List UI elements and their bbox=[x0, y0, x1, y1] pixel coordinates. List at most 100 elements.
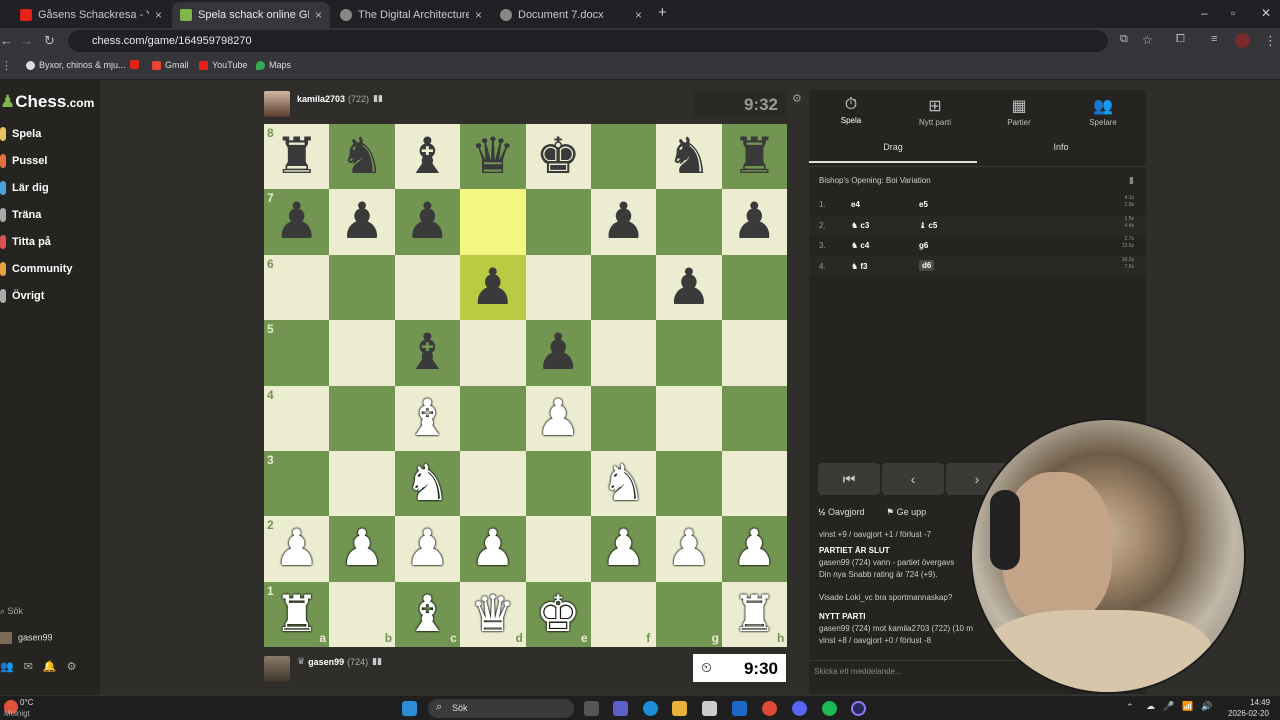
white-move[interactable]: ♞ c3 bbox=[851, 221, 869, 230]
square-c5[interactable]: ♝ bbox=[394, 320, 461, 386]
sidebar-item-spela[interactable]: Spela bbox=[0, 127, 41, 141]
chess-board[interactable]: ♜ ♞ ♝ ♛ ♚ ♞ ♜ ♟ ♟ ♟ ♟ ♟ ♟ ♟ ♝ ♟ ♝ ♟ ♞ ♞ ♟ ♟ ♟ ♟ ♟ ♟ ♟ ♜ ♝ ♛ ♚ ♜ 8 7 6 5 4 3 2 1… bbox=[264, 124, 788, 648]
black-move[interactable]: ♝ c5 bbox=[919, 221, 937, 230]
black-pawn-icon[interactable]: ♟ bbox=[526, 320, 591, 385]
teams-icon[interactable] bbox=[613, 701, 628, 716]
my-info[interactable]: ♛ gasen99 (724) ▮▮ bbox=[297, 656, 382, 667]
square-e5[interactable]: ♟ bbox=[525, 320, 591, 386]
sidebar-item-ovrigt[interactable]: Övrigt bbox=[0, 289, 44, 303]
white-pawn-icon[interactable]: ♟ bbox=[722, 516, 787, 581]
taskbar-search[interactable]: ⌕ Sök bbox=[428, 699, 574, 718]
square-h2[interactable]: ♟ bbox=[721, 516, 788, 582]
square-e3[interactable] bbox=[525, 450, 591, 517]
square-b3[interactable] bbox=[329, 450, 395, 517]
sidebar-footer-icons[interactable]: 👥✉🔔⚙ bbox=[0, 660, 86, 673]
square-d7[interactable] bbox=[460, 189, 526, 255]
white-move[interactable]: e4 bbox=[851, 200, 860, 209]
square-f5[interactable] bbox=[590, 320, 657, 386]
white-move[interactable]: ♞ c4 bbox=[851, 241, 869, 250]
black-knight-icon[interactable]: ♞ bbox=[656, 124, 721, 189]
discord-icon[interactable] bbox=[792, 701, 807, 716]
maximize-icon[interactable]: ▫ bbox=[1231, 6, 1235, 20]
tray-icons[interactable]: ☁🎤📶🔊 bbox=[1146, 701, 1221, 712]
mail-icon[interactable] bbox=[732, 701, 747, 716]
square-g2[interactable]: ♟ bbox=[656, 516, 722, 582]
back-icon[interactable]: ← bbox=[0, 33, 13, 48]
tab-nytt-parti[interactable]: ⊞ Nytt parti bbox=[893, 96, 977, 127]
book-icon[interactable]: ▮ bbox=[1129, 175, 1134, 186]
white-pawn-icon[interactable]: ♟ bbox=[591, 516, 656, 581]
black-bishop-icon[interactable]: ♝ bbox=[395, 124, 460, 189]
sidebar-search[interactable]: ⌕ Sök bbox=[0, 606, 23, 617]
square-f2[interactable]: ♟ bbox=[590, 516, 657, 582]
square-g4[interactable] bbox=[656, 385, 722, 451]
square-c4[interactable]: ♝ bbox=[394, 385, 461, 451]
black-pawn-icon[interactable]: ♟ bbox=[591, 189, 656, 254]
square-h5[interactable] bbox=[721, 320, 788, 386]
square-g5[interactable] bbox=[656, 320, 722, 386]
previous-move-button[interactable]: ‹ bbox=[882, 463, 944, 495]
black-rook-icon[interactable]: ♜ bbox=[722, 124, 787, 189]
square-g8[interactable]: ♞ bbox=[656, 124, 722, 190]
square-h8[interactable]: ♜ bbox=[721, 124, 788, 190]
white-pawn-icon[interactable]: ♟ bbox=[656, 516, 721, 581]
white-bishop-icon[interactable]: ♝ bbox=[395, 386, 460, 451]
black-move[interactable]: g6 bbox=[919, 241, 928, 250]
square-b4[interactable] bbox=[329, 385, 395, 451]
sidebar-item-community[interactable]: Community bbox=[0, 262, 73, 276]
square-d6[interactable]: ♟ bbox=[460, 254, 526, 321]
file-explorer-icon[interactable] bbox=[672, 701, 687, 716]
square-e8[interactable]: ♚ bbox=[525, 124, 591, 190]
bookmark-star-icon[interactable]: ☆ bbox=[1142, 33, 1153, 47]
square-h3[interactable] bbox=[721, 450, 788, 517]
square-d2[interactable]: ♟ bbox=[460, 516, 526, 582]
square-f8[interactable] bbox=[590, 124, 657, 190]
black-pawn-icon[interactable]: ♟ bbox=[329, 189, 394, 254]
white-pawn-icon[interactable]: ♟ bbox=[329, 516, 394, 581]
square-d3[interactable] bbox=[460, 450, 526, 517]
square-e4[interactable]: ♟ bbox=[525, 385, 591, 451]
square-g7[interactable] bbox=[656, 189, 722, 255]
windows-start-icon[interactable] bbox=[402, 701, 417, 716]
black-move[interactable]: d6 bbox=[919, 259, 935, 271]
bookmark-youtube[interactable]: YouTube bbox=[199, 60, 247, 70]
draw-button[interactable]: ½ Oavgjord bbox=[818, 507, 865, 517]
square-h4[interactable] bbox=[721, 385, 788, 451]
tab-spelare[interactable]: 👥 Spelare bbox=[1061, 96, 1145, 127]
square-f3[interactable]: ♞ bbox=[590, 450, 657, 517]
square-b5[interactable] bbox=[329, 320, 395, 386]
close-icon[interactable]: × bbox=[155, 8, 162, 22]
tab-article[interactable]: The Digital Architecture of Clin× bbox=[332, 2, 490, 28]
bookmark-gmail[interactable]: Gmail bbox=[152, 60, 189, 70]
bookmark-byxor[interactable]: Byxor, chinos & mju... bbox=[26, 60, 126, 70]
black-bishop-icon[interactable]: ♝ bbox=[395, 320, 460, 385]
sidebar-item-trana[interactable]: Träna bbox=[0, 208, 41, 222]
square-e2[interactable] bbox=[525, 516, 591, 582]
close-icon[interactable]: × bbox=[315, 8, 322, 22]
square-c8[interactable]: ♝ bbox=[394, 124, 461, 190]
black-pawn-icon[interactable]: ♟ bbox=[656, 255, 721, 320]
reload-icon[interactable]: ↻ bbox=[44, 33, 55, 49]
window-close-icon[interactable]: ✕ bbox=[1261, 6, 1271, 20]
white-knight-icon[interactable]: ♞ bbox=[591, 451, 656, 516]
install-icon[interactable]: ⧉ bbox=[1120, 33, 1128, 46]
square-g6[interactable]: ♟ bbox=[656, 254, 722, 321]
black-queen-icon[interactable]: ♛ bbox=[460, 124, 525, 189]
close-icon[interactable]: × bbox=[635, 8, 642, 22]
tab-spela[interactable]: ⏱ Spela bbox=[809, 96, 893, 125]
square-f6[interactable] bbox=[590, 254, 657, 321]
square-b2[interactable]: ♟ bbox=[329, 516, 395, 582]
square-e6[interactable] bbox=[525, 254, 591, 321]
forward-icon[interactable]: → bbox=[20, 33, 33, 48]
opponent-avatar[interactable] bbox=[264, 91, 290, 117]
subtab-info[interactable]: Info bbox=[977, 142, 1145, 152]
white-pawn-icon[interactable]: ♟ bbox=[526, 386, 591, 451]
square-f7[interactable]: ♟ bbox=[590, 189, 657, 255]
extensions-icon[interactable]: ⧠ bbox=[1176, 33, 1185, 46]
square-d4[interactable] bbox=[460, 385, 526, 451]
new-tab-icon[interactable]: + bbox=[658, 4, 667, 21]
sidebar-user[interactable]: gasen99 bbox=[0, 632, 53, 644]
sidebar-item-pussel[interactable]: Pussel bbox=[0, 154, 47, 168]
settings-gear-icon[interactable]: ⚙ bbox=[792, 92, 802, 105]
bookmark-maps[interactable]: Maps bbox=[256, 60, 291, 70]
